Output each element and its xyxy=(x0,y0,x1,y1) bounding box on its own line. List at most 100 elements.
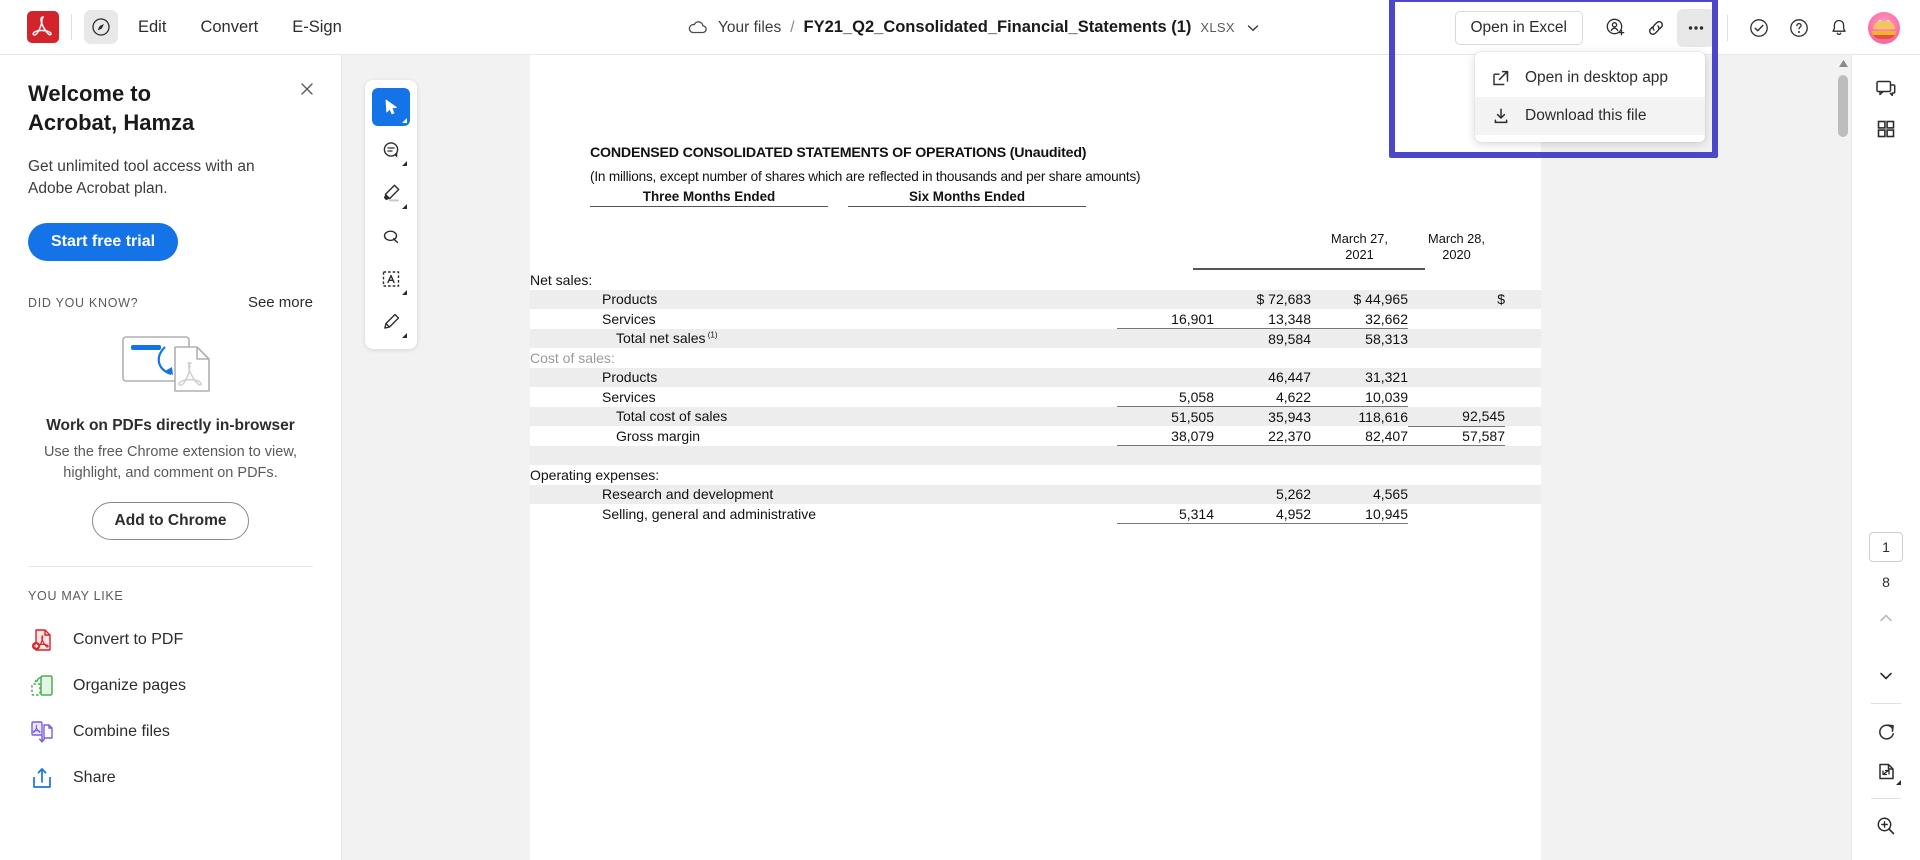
breadcrumb-filename[interactable]: FY21_Q2_Consolidated_Financial_Statement… xyxy=(804,18,1192,37)
more-options-icon[interactable] xyxy=(1677,8,1715,47)
see-more-link[interactable]: See more xyxy=(248,294,313,311)
sidebar-item-label: Convert to PDF xyxy=(73,631,184,648)
sidebar-item-organize-pages[interactable]: Organize pages xyxy=(0,663,341,709)
file-extension-label: XLSX xyxy=(1200,20,1235,35)
row-label: Products xyxy=(602,291,658,308)
sign-tool[interactable] xyxy=(372,303,410,341)
sidebar-divider xyxy=(28,566,313,567)
row-padding xyxy=(1505,290,1541,310)
dropdown-item-download[interactable]: Download this file xyxy=(1475,97,1705,135)
row-label: Net sales: xyxy=(530,271,593,288)
zoom-in-icon[interactable] xyxy=(1866,806,1906,846)
add-to-chrome-button[interactable]: Add to Chrome xyxy=(91,502,250,540)
scrollbar-thumb[interactable] xyxy=(1838,75,1848,137)
breadcrumb-root[interactable]: Your files xyxy=(718,19,781,37)
row-padding xyxy=(1505,407,1541,427)
table-cell xyxy=(1117,446,1214,466)
table-row: Selling, general and administrative 5,314… xyxy=(530,504,1541,524)
link-icon[interactable] xyxy=(1637,9,1675,47)
adobe-acrobat-logo[interactable] xyxy=(27,11,59,43)
check-circle-icon[interactable] xyxy=(1740,9,1778,47)
promo-title: Welcome to Acrobat, Hamza xyxy=(28,81,195,135)
comments-panel-icon[interactable] xyxy=(1866,69,1906,109)
fit-page-icon[interactable] xyxy=(1866,751,1906,791)
row-label: Services xyxy=(602,310,656,327)
next-page-icon[interactable] xyxy=(1866,656,1906,696)
user-avatar[interactable] xyxy=(1868,11,1900,44)
menu-convert[interactable]: Convert xyxy=(186,12,272,43)
did-you-know-card: Work on PDFs directly in-browser Use the… xyxy=(0,327,341,540)
table-cell: 4,952 xyxy=(1214,504,1311,524)
compass-tool-icon[interactable] xyxy=(84,10,118,44)
table-cell xyxy=(1117,368,1214,388)
table-cell: 58,313 xyxy=(1365,330,1408,347)
select-tool[interactable] xyxy=(372,88,410,126)
row-padding xyxy=(1505,446,1541,466)
row-padding xyxy=(1505,485,1541,505)
row-padding xyxy=(1505,270,1541,290)
table-cell xyxy=(1214,348,1311,368)
table-cell: 10,039 xyxy=(1311,387,1408,407)
document-subtitle: (In millions, except number of shares wh… xyxy=(590,169,1141,184)
menu-esign[interactable]: E-Sign xyxy=(278,12,356,43)
did-you-know-label: DID YOU KNOW? xyxy=(28,295,139,310)
text-box-tool[interactable] xyxy=(372,260,410,298)
dropdown-item-open-desktop[interactable]: Open in desktop app xyxy=(1475,59,1705,97)
menu-edit[interactable]: Edit xyxy=(124,12,180,43)
tool-options-corner xyxy=(402,333,407,338)
chevron-down-icon[interactable] xyxy=(1244,19,1262,37)
sidebar-item-convert-to-pdf[interactable]: Convert to PDF xyxy=(0,617,341,663)
previous-page-icon[interactable] xyxy=(1866,598,1906,638)
sidebar-item-combine-files[interactable]: Combine files xyxy=(0,709,341,755)
scroll-up-arrow[interactable] xyxy=(1835,55,1851,71)
sidebar-item-share[interactable]: Share xyxy=(0,755,341,801)
table-cell: $ 44,965 xyxy=(1353,291,1409,308)
start-free-trial-button[interactable]: Start free trial xyxy=(28,223,179,261)
table-cell: 51,505 xyxy=(1171,408,1214,425)
row-label: Gross margin xyxy=(616,427,701,444)
table-cell: $ 72,683 xyxy=(1256,291,1312,308)
highlight-tool[interactable] xyxy=(372,174,410,212)
rail-divider xyxy=(1871,703,1901,704)
fit-options-corner xyxy=(1896,780,1901,785)
left-sidebar: Welcome to Acrobat, Hamza Get unlimited … xyxy=(0,55,342,860)
close-icon[interactable] xyxy=(297,79,317,99)
viewer-scrollbar[interactable] xyxy=(1835,55,1851,860)
table-cell: 10,945 xyxy=(1311,504,1408,524)
tool-options-corner xyxy=(402,290,407,295)
total-pages-label: 8 xyxy=(1882,574,1890,590)
current-page-input[interactable]: 1 xyxy=(1869,532,1903,562)
table-cell: 22,370 xyxy=(1214,426,1311,446)
table-cell xyxy=(1117,485,1214,505)
table-cell: 13,348 xyxy=(1214,309,1311,329)
cloud-icon xyxy=(687,17,709,39)
open-in-excel-button[interactable]: Open in Excel xyxy=(1454,10,1583,45)
table-cell: 38,079 xyxy=(1117,426,1214,446)
table-cell: 4,565 xyxy=(1372,486,1408,503)
download-icon xyxy=(1491,106,1511,126)
table-cell: 4,622 xyxy=(1214,387,1311,407)
toolbar-divider xyxy=(71,14,72,40)
sidebar-item-label: Share xyxy=(73,769,116,786)
row-padding xyxy=(1505,465,1541,485)
table-cell: 5,314 xyxy=(1117,504,1214,524)
breadcrumb: Your files / FY21_Q2_Consolidated_Financ… xyxy=(687,0,1262,55)
breadcrumb-separator: / xyxy=(790,18,795,36)
top-toolbar: Edit Convert E-Sign Your files / FY21_Q2… xyxy=(0,0,1920,55)
comment-tool[interactable] xyxy=(372,131,410,169)
help-circle-icon[interactable] xyxy=(1780,9,1818,47)
thumbnails-panel-icon[interactable] xyxy=(1866,109,1906,149)
date-col-blank-2 xyxy=(1214,231,1311,263)
did-you-know-title: Work on PDFs directly in-browser xyxy=(46,417,295,434)
add-person-icon[interactable] xyxy=(1597,9,1635,47)
row-padding xyxy=(1505,309,1541,329)
table-cell xyxy=(1408,446,1505,466)
bell-icon[interactable] xyxy=(1820,9,1858,47)
table-row: Cost of sales: xyxy=(530,348,1541,368)
draw-tool[interactable] xyxy=(372,217,410,255)
table-row: Net sales: xyxy=(530,270,1541,290)
rotate-icon[interactable] xyxy=(1866,711,1906,751)
table-cell: 92,545 xyxy=(1408,406,1505,427)
date-col-march-27-2021: March 27, 2021 xyxy=(1331,231,1388,262)
share-icon xyxy=(28,764,56,792)
